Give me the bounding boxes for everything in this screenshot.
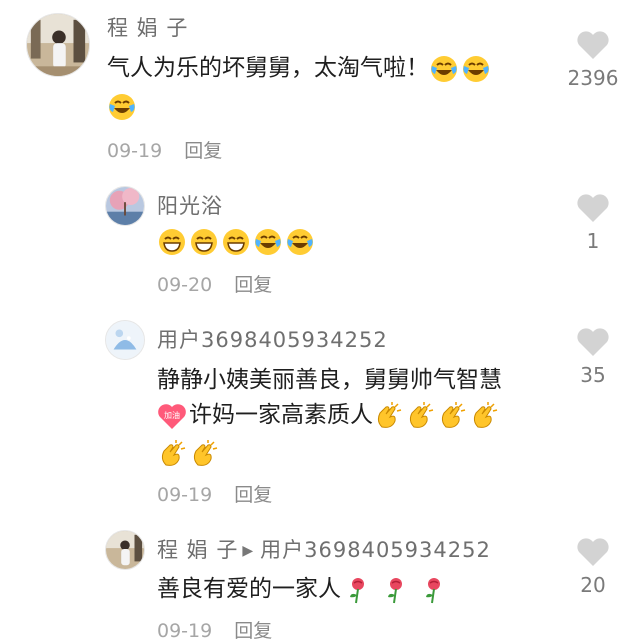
rose-emoji xyxy=(343,575,373,605)
comment-username[interactable]: 用户3698405934252 xyxy=(157,330,388,351)
comment-text: 加油 许妈一家高素质人 xyxy=(157,399,499,432)
comment-text-line: 气人为乐的坏舅舅，太淘气啦！ xyxy=(107,55,429,81)
avatar[interactable] xyxy=(105,186,145,226)
comment-username-line: 程 娟 子 ▶ 用户3698405934252 xyxy=(157,540,491,561)
like-count: 20 xyxy=(580,573,606,597)
reply-button[interactable]: 回复 xyxy=(234,274,272,296)
comment-date: 09-19 xyxy=(107,140,163,162)
reply-button[interactable]: 回复 xyxy=(234,484,272,506)
like-count: 2396 xyxy=(567,66,619,90)
reply-button[interactable]: 回复 xyxy=(234,620,272,640)
comment-date: 09-19 xyxy=(157,620,213,640)
comment-text-line: 许妈一家高素质人 xyxy=(189,402,373,428)
comment-date: 09-20 xyxy=(157,274,213,296)
heart-icon xyxy=(577,194,609,222)
comment-text-line: 善良有爱的一家人 xyxy=(157,576,341,602)
svg-text:加油: 加油 xyxy=(164,410,180,420)
cheer-badge-icon: 加油 xyxy=(157,401,187,431)
comment-meta: 09-19 回复 xyxy=(157,486,272,505)
clapping-hands-emoji xyxy=(469,401,499,431)
reply-button[interactable]: 回复 xyxy=(184,140,222,162)
rose-emoji xyxy=(381,575,411,605)
heart-icon xyxy=(577,328,609,356)
reply-arrow-icon: ▶ xyxy=(242,543,255,559)
like-button[interactable]: 35 xyxy=(558,327,628,387)
avatar[interactable] xyxy=(105,530,145,570)
comment-username[interactable]: 程 娟 子 xyxy=(107,18,188,39)
comment-date: 09-19 xyxy=(157,484,213,506)
heart-icon xyxy=(577,31,609,59)
comment-text xyxy=(157,225,315,258)
laughing-tears-emoji xyxy=(461,54,491,84)
emoji-group xyxy=(343,575,449,605)
clapping-hands-emoji xyxy=(157,439,187,469)
comment-text-line: 静静小姨美丽善良，舅舅帅气智慧 xyxy=(157,367,502,393)
clapping-hands-emoji xyxy=(189,439,219,469)
clapping-hands-emoji xyxy=(373,401,403,431)
emoji-group xyxy=(157,227,315,257)
like-button[interactable]: 1 xyxy=(558,193,628,253)
comment-username[interactable]: 程 娟 子 xyxy=(157,538,238,562)
laughing-tears-emoji xyxy=(285,227,315,257)
comment-meta: 09-19 回复 xyxy=(157,622,272,640)
emoji-group xyxy=(429,54,491,84)
laughing-tears-emoji xyxy=(253,227,283,257)
like-button[interactable]: 2396 xyxy=(558,30,628,90)
comment-text: 善良有爱的一家人 xyxy=(157,573,449,606)
emoji-group xyxy=(157,439,219,469)
comment-meta: 09-20 回复 xyxy=(157,276,272,295)
emoji-group xyxy=(373,401,499,431)
grinning-emoji xyxy=(157,227,187,257)
emoji-line xyxy=(107,90,137,123)
emoji-line xyxy=(157,437,219,470)
grinning-emoji xyxy=(221,227,251,257)
heart-icon xyxy=(577,538,609,566)
clapping-hands-emoji xyxy=(405,401,435,431)
reply-to-username[interactable]: 用户3698405934252 xyxy=(260,538,491,562)
clapping-hands-emoji xyxy=(437,401,467,431)
grinning-emoji xyxy=(189,227,219,257)
comment-text: 气人为乐的坏舅舅，太淘气啦！ xyxy=(107,52,491,85)
like-button[interactable]: 20 xyxy=(558,537,628,597)
comment-username[interactable]: 阳光浴 xyxy=(157,196,223,217)
avatar[interactable] xyxy=(26,13,90,77)
comment-list: 程 娟 子 气人为乐的坏舅舅，太淘气啦！ 09-19 回复 2396 阳光浴 0… xyxy=(0,0,635,640)
rose-emoji xyxy=(419,575,449,605)
laughing-tears-emoji xyxy=(429,54,459,84)
like-count: 1 xyxy=(586,229,600,253)
laughing-tears-emoji xyxy=(107,92,137,122)
avatar[interactable] xyxy=(105,320,145,360)
like-count: 35 xyxy=(580,363,606,387)
comment-meta: 09-19 回复 xyxy=(107,142,222,161)
